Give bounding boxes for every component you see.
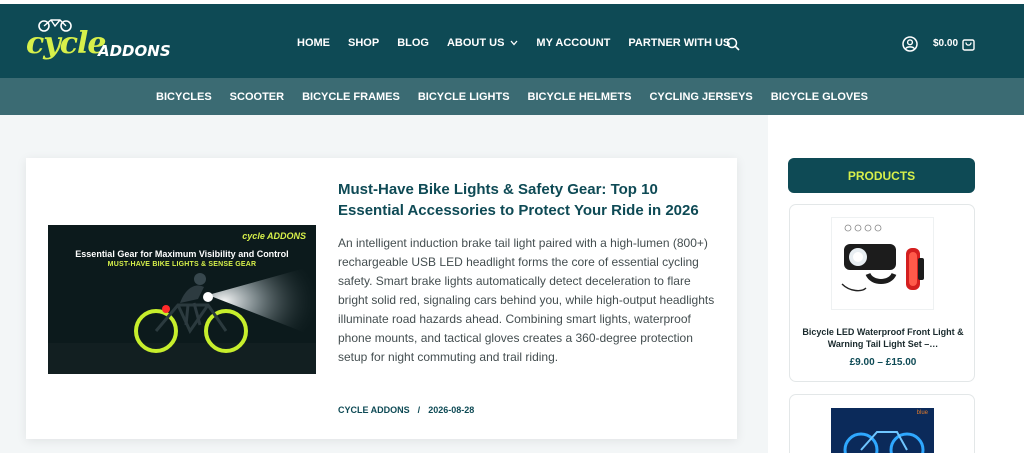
products-widget-heading: PRODUCTS <box>788 158 975 193</box>
nav-partner-with-us[interactable]: PARTNER WITH US <box>628 37 730 49</box>
product-title[interactable]: Bicycle LED Waterproof Front Light & War… <box>800 326 966 350</box>
category-bicycles[interactable]: BICYCLES <box>156 91 212 103</box>
thumbnail-subheadline: MUST-HAVE BIKE LIGHTS & SENSE GEAR <box>107 261 257 268</box>
post-thumbnail[interactable]: cycle ADDONS Essential Gear for Maximum … <box>48 225 316 374</box>
site-logo[interactable]: cycle ADDONS <box>26 18 171 66</box>
search-icon[interactable] <box>726 37 740 51</box>
thumbnail-logo: cycle ADDONS <box>242 231 306 241</box>
post-date: 2026-08-28 <box>428 405 475 415</box>
post-excerpt: An intelligent induction brake tail ligh… <box>338 236 715 364</box>
category-cycling-jerseys[interactable]: CYCLING JERSEYS <box>649 91 752 103</box>
category-scooter[interactable]: SCOOTER <box>230 91 284 103</box>
product-price: £9.00 – £15.00 <box>849 357 917 368</box>
category-bicycle-lights[interactable]: BICYCLE LIGHTS <box>418 91 510 103</box>
nav-blog[interactable]: BLOG <box>397 37 429 49</box>
nav-shop[interactable]: SHOP <box>348 37 379 49</box>
shopping-bag-icon[interactable] <box>962 37 975 51</box>
product-badge: blue <box>916 410 928 416</box>
category-bicycle-helmets[interactable]: BICYCLE HELMETS <box>528 91 632 103</box>
cart-total[interactable]: $0.00 <box>933 38 958 49</box>
logo-sub-text: ADDONS <box>98 42 171 60</box>
cyclist-night-illustration <box>48 225 316 374</box>
nav-my-account[interactable]: MY ACCOUNT <box>536 37 610 49</box>
post-title[interactable]: Must-Have Bike Lights & Safety Gear: Top… <box>338 179 718 221</box>
thumbnail-headline: Essential Gear for Maximum Visibility an… <box>75 249 289 259</box>
account-icon[interactable] <box>902 36 918 52</box>
product-image[interactable]: blue <box>831 408 934 453</box>
category-bicycle-gloves[interactable]: BICYCLE GLOVES <box>771 91 868 103</box>
bike-light-set-illustration <box>841 224 924 292</box>
post-author[interactable]: CYCLE ADDONS <box>338 405 410 415</box>
blog-post-card: cycle ADDONS Essential Gear for Maximum … <box>26 158 737 439</box>
nav-about-us-label: ABOUT US <box>446 37 505 49</box>
meta-separator: / <box>417 405 421 415</box>
main-navigation: HOME SHOP BLOG ABOUT US MY ACCOUNT PARTN… <box>297 37 748 49</box>
product-image[interactable] <box>831 217 934 310</box>
post-meta: CYCLE ADDONS / 2026-08-28 <box>338 405 474 415</box>
nav-home[interactable]: HOME <box>297 37 330 49</box>
chevron-down-icon <box>510 40 518 46</box>
category-navigation: BICYCLES SCOOTER BICYCLE FRAMES BICYCLE … <box>0 78 1024 115</box>
product-card[interactable]: Bicycle LED Waterproof Front Light & War… <box>789 204 975 382</box>
logo-main-text: cycle <box>26 26 106 61</box>
nav-about-us[interactable]: ABOUT US <box>447 37 518 49</box>
category-bicycle-frames[interactable]: BICYCLE FRAMES <box>302 91 400 103</box>
site-header: cycle ADDONS HOME SHOP BLOG ABOUT US MY … <box>0 0 1024 78</box>
product-card[interactable]: blue <box>789 394 975 453</box>
